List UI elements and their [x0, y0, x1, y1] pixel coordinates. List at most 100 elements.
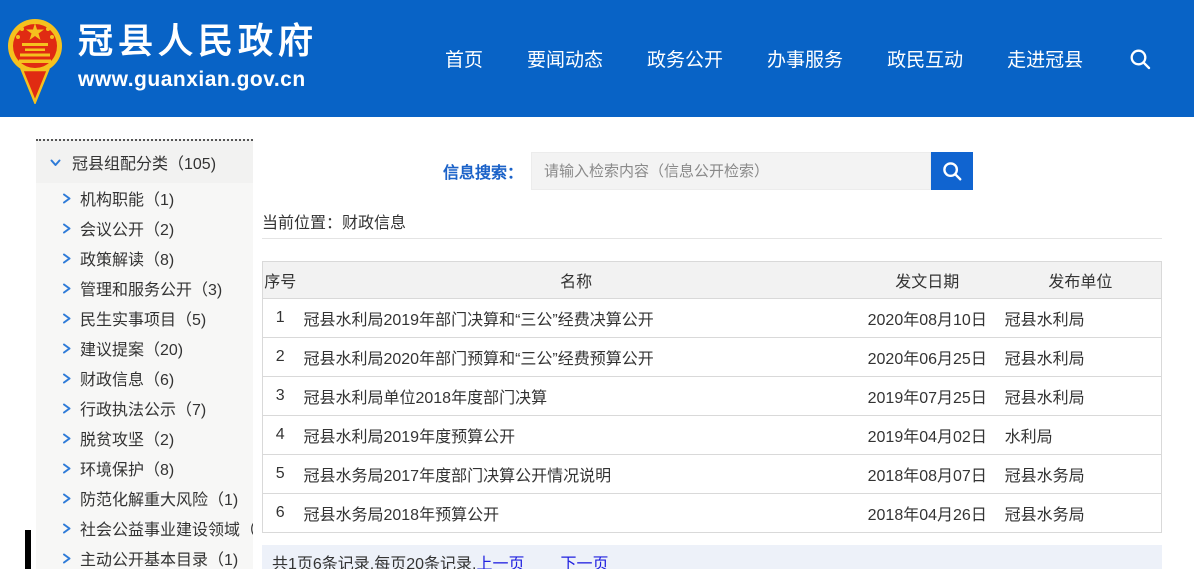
table-header-cell: 发布单位 — [1000, 262, 1162, 299]
row-number: 3 — [263, 377, 298, 416]
prev-page-link[interactable]: 上一页 — [477, 550, 525, 569]
publish-unit: 水利局 — [1000, 416, 1162, 455]
table-body: 1 冠县水利局2019年部门决算和“三公”经费决算公开 2020年08月10日 … — [263, 299, 1162, 533]
main-nav: 首页 要闻动态 政务公开 办事服务 政民互动 走进冠县 繁 — [445, 0, 1194, 117]
publish-unit: 冠县水务局 — [1000, 455, 1162, 494]
search-icon[interactable] — [1128, 47, 1152, 71]
sidebar-item[interactable]: 行政执法公示（7) — [36, 393, 253, 423]
search-input[interactable] — [531, 152, 931, 190]
nav-links: 首页 要闻动态 政务公开 办事服务 政民互动 走进冠县 — [445, 45, 1083, 72]
sidebar-item[interactable]: 脱贫攻坚（2) — [36, 423, 253, 453]
sidebar-item-label: 会议公开（2) — [80, 216, 174, 240]
sidebar-item-label: 政策解读（8) — [80, 246, 174, 270]
sidebar-item-label: 社会公益事业建设领域（5) — [80, 516, 253, 540]
table-row: 1 冠县水利局2019年部门决算和“三公”经费决算公开 2020年08月10日 … — [263, 299, 1162, 338]
row-number: 1 — [263, 299, 298, 338]
nav-link[interactable]: 办事服务 — [767, 45, 843, 72]
sidebar-item[interactable]: 建议提案（20) — [36, 333, 253, 363]
sidebar-item-label: 管理和服务公开（3) — [80, 276, 222, 300]
sidebar-item-label: 脱贫攻坚（2) — [80, 426, 174, 450]
sidebar-item-label: 财政信息（6) — [80, 366, 174, 390]
publish-unit: 冠县水利局 — [1000, 338, 1162, 377]
chevron-right-icon — [60, 342, 73, 355]
sidebar-item[interactable]: 环境保护（8) — [36, 453, 253, 483]
page: 冠县人民政府 www.guanxian.gov.cn 首页 要闻动态 政务公开 … — [0, 0, 1194, 569]
publish-unit: 冠县水务局 — [1000, 494, 1162, 533]
table-header-cell: 序号 — [263, 262, 298, 299]
nav-link[interactable]: 政民互动 — [887, 45, 963, 72]
breadcrumb: 当前位置：财政信息 — [262, 209, 406, 233]
publish-date: 2018年08月07日 — [855, 455, 1000, 494]
chevron-right-icon — [60, 432, 73, 445]
content-divider — [262, 238, 1162, 239]
document-title-link[interactable]: 冠县水利局2019年度预算公开 — [297, 416, 854, 455]
document-title-link[interactable]: 冠县水务局2017年度部门决算公开情况说明 — [297, 455, 854, 494]
table-header-cell: 名称 — [297, 262, 854, 299]
publish-date: 2018年04月26日 — [855, 494, 1000, 533]
sidebar-items: 机构职能（1) 会议公开（2) 政策解读（8) — [36, 183, 253, 569]
table-row: 4 冠县水利局2019年度预算公开 2019年04月02日 水利局 — [263, 416, 1162, 455]
sidebar-item-label: 民生实事项目（5) — [80, 306, 206, 330]
chevron-down-icon — [49, 156, 62, 169]
document-title-link[interactable]: 冠县水利局2019年部门决算和“三公”经费决算公开 — [297, 299, 854, 338]
sidebar-item[interactable]: 主动公开基本目录（1) — [36, 543, 253, 569]
chevron-right-icon — [60, 462, 73, 475]
chevron-right-icon — [60, 222, 73, 235]
publish-date: 2020年08月10日 — [855, 299, 1000, 338]
sidebar-item[interactable]: 机构职能（1) — [36, 183, 253, 213]
nav-link[interactable]: 政务公开 — [647, 45, 723, 72]
logo-text: 冠县人民政府 www.guanxian.gov.cn — [78, 22, 318, 92]
chevron-right-icon — [60, 192, 73, 205]
publish-unit: 冠县水利局 — [1000, 377, 1162, 416]
sidebar-item[interactable]: 管理和服务公开（3) — [36, 273, 253, 303]
row-number: 6 — [263, 494, 298, 533]
row-number: 5 — [263, 455, 298, 494]
sidebar-item-label: 防范化解重大风险（1) — [80, 486, 238, 510]
site-header: 冠县人民政府 www.guanxian.gov.cn 首页 要闻动态 政务公开 … — [0, 0, 1194, 117]
sidebar-item[interactable]: 防范化解重大风险（1) — [36, 483, 253, 513]
table-row: 5 冠县水务局2017年度部门决算公开情况说明 2018年08月07日 冠县水务… — [263, 455, 1162, 494]
sidebar-item[interactable]: 政策解读（8) — [36, 243, 253, 273]
site-url: www.guanxian.gov.cn — [78, 68, 318, 92]
document-title-link[interactable]: 冠县水务局2018年预算公开 — [297, 494, 854, 533]
sidebar-item[interactable]: 财政信息（6) — [36, 363, 253, 393]
chevron-right-icon — [60, 282, 73, 295]
info-search-bar: 信息搜索： — [443, 152, 973, 190]
search-button[interactable] — [931, 152, 973, 190]
documents-table: 序号名称发文日期发布单位 1 冠县水利局2019年部门决算和“三公”经费决算公开… — [262, 261, 1162, 533]
table-row: 3 冠县水利局单位2018年度部门决算 2019年07月25日 冠县水利局 — [263, 377, 1162, 416]
row-number: 2 — [263, 338, 298, 377]
document-title-link[interactable]: 冠县水利局单位2018年度部门决算 — [297, 377, 854, 416]
nav-link[interactable]: 要闻动态 — [527, 45, 603, 72]
site-title: 冠县人民政府 — [78, 22, 318, 62]
chevron-right-icon — [60, 552, 73, 565]
sidebar-item[interactable]: 会议公开（2) — [36, 213, 253, 243]
chevron-right-icon — [60, 492, 73, 505]
next-page-link[interactable]: 下一页 — [561, 550, 609, 569]
chevron-right-icon — [60, 252, 73, 265]
sidebar-root-item[interactable]: 冠县组配分类（105) — [36, 139, 253, 183]
sidebar-item-label: 行政执法公示（7) — [80, 396, 206, 420]
row-number: 4 — [263, 416, 298, 455]
nav-link[interactable]: 首页 — [445, 45, 483, 72]
search-label: 信息搜索： — [443, 159, 523, 183]
sidebar-item[interactable]: 民生实事项目（5) — [36, 303, 253, 333]
category-sidebar: 冠县组配分类（105) 机构职能（1) 会议公开（2) — [36, 139, 253, 569]
pagination-summary: 共1页6条记录,每页20条记录. — [272, 550, 477, 569]
national-emblem-icon — [6, 10, 64, 104]
pagination-bar: 共1页6条记录,每页20条记录. 上一页 下一页 — [262, 545, 1162, 569]
sidebar-item-label: 机构职能（1) — [80, 186, 174, 210]
sidebar-item[interactable]: 社会公益事业建设领域（5) — [36, 513, 253, 543]
nav-link[interactable]: 走进冠县 — [1007, 45, 1083, 72]
chevron-right-icon — [60, 372, 73, 385]
sidebar-scrollbar-thumb[interactable] — [25, 530, 31, 569]
site-logo[interactable]: 冠县人民政府 www.guanxian.gov.cn — [6, 10, 318, 104]
publish-date: 2019年04月02日 — [855, 416, 1000, 455]
publish-date: 2019年07月25日 — [855, 377, 1000, 416]
publish-date: 2020年06月25日 — [855, 338, 1000, 377]
sidebar-item-label: 建议提案（20) — [80, 336, 183, 360]
sidebar-item-label: 主动公开基本目录（1) — [80, 546, 238, 569]
document-title-link[interactable]: 冠县水利局2020年部门预算和“三公”经费预算公开 — [297, 338, 854, 377]
table-header-row: 序号名称发文日期发布单位 — [263, 262, 1162, 299]
publish-unit: 冠县水利局 — [1000, 299, 1162, 338]
